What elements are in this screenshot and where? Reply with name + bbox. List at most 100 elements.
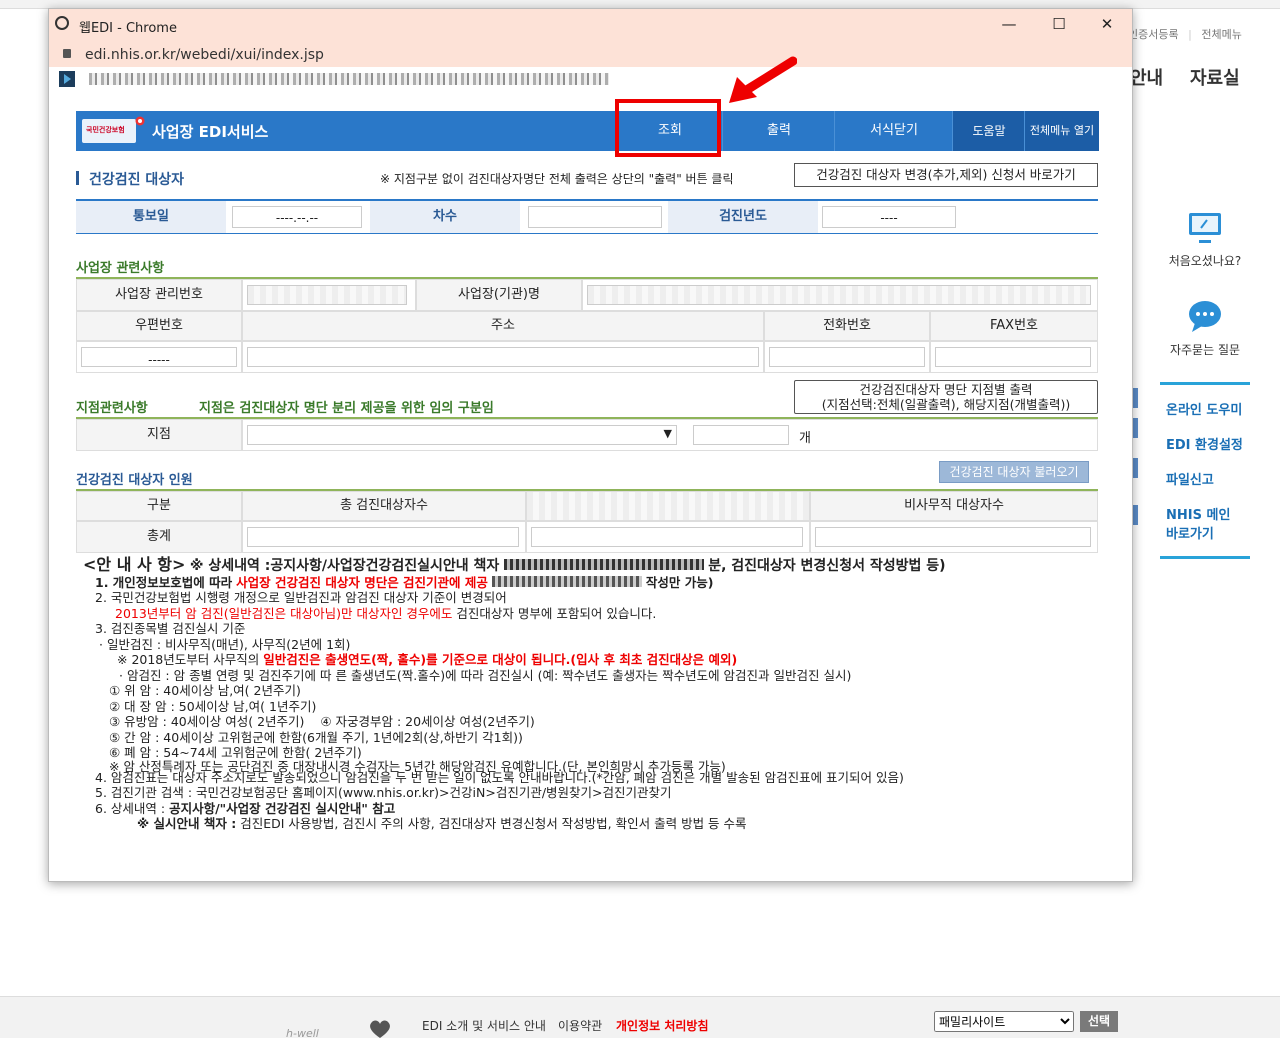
- minimize-button[interactable]: —: [995, 13, 1023, 35]
- red-arrow-icon: [729, 56, 797, 103]
- change-request-button[interactable]: 건강검진 대상자 변경(추가,제외) 신청서 바로가기: [794, 163, 1098, 187]
- all-menu-link[interactable]: 전체메뉴: [1201, 28, 1241, 41]
- branch-table: 지점 ▼ 개: [76, 417, 1098, 453]
- nhis-logo: 국민건강보험: [82, 119, 136, 143]
- note-4: 4. 암검진표는 대상자 주소지로도 발송되었으니 암검진을 두 번 받는 일이…: [95, 769, 904, 785]
- popup-window: 웹EDI - Chrome — ☐ ✕ edi.nhis.or.kr/webed…: [48, 8, 1133, 882]
- phone-label: 전화번호: [764, 311, 930, 341]
- round-field[interactable]: [528, 206, 662, 228]
- footer-terms-link[interactable]: 이용약관: [558, 1017, 602, 1034]
- load-targets-button[interactable]: 건강검진 대상자 불러오기: [939, 461, 1089, 483]
- url-text[interactable]: edi.nhis.or.kr/webedi/xui/index.jsp: [85, 47, 324, 63]
- branch-cell: ▼ 개: [242, 419, 1098, 451]
- service-title: 사업장 EDI서비스: [152, 123, 269, 141]
- branch-label: 지점: [76, 419, 242, 451]
- nhis-main-link[interactable]: NHIS 메인 바로가기: [1160, 496, 1242, 550]
- maximize-button[interactable]: ☐: [1045, 13, 1073, 35]
- note-6-detail: ※ 실시안내 책자 : 검진EDI 사용방법, 검진시 주의 사항, 검진대상자…: [137, 816, 1093, 832]
- zip-cell: -----: [76, 341, 242, 373]
- fax-field[interactable]: [935, 347, 1091, 367]
- fax-label: FAX번호: [930, 311, 1098, 341]
- notes-title: <안 내 사 항>: [83, 555, 186, 574]
- edi-header-bar: 국민건강보험 사업장 EDI서비스 조회 출력 서식닫기 도움말 전체메뉴 열기: [76, 111, 1099, 151]
- cancer-4: ④ 자궁경부암 : 20세이상 여성(2년주기): [320, 714, 535, 729]
- monitor-icon: [1189, 213, 1221, 243]
- background-top-links: 인증서등록 | 전체메뉴: [1128, 28, 1242, 41]
- branch-print-line2: (지점선택:전체(일괄출력), 해당지점(개별출력)): [821, 397, 1071, 412]
- phone-field[interactable]: [769, 347, 925, 367]
- address-cell: [242, 341, 764, 373]
- fax-cell: [930, 341, 1098, 373]
- address-label: 주소: [242, 311, 764, 341]
- notice-date-field[interactable]: ----.--.--: [232, 206, 362, 228]
- file-report-link[interactable]: 파일신고: [1160, 461, 1250, 496]
- note-6: 6. 상세내역 : 공지사항/"사업장 건강검진 실시안내" 참고: [95, 801, 1093, 817]
- footer-about-link[interactable]: EDI 소개 및 서비스 안내: [422, 1017, 546, 1034]
- year-field[interactable]: ----: [822, 206, 956, 228]
- mgmt-no-cell: [242, 279, 416, 311]
- edi-settings-link[interactable]: EDI 환경설정: [1160, 426, 1250, 461]
- nav-help-button[interactable]: 도움말: [952, 111, 1025, 151]
- menu-library[interactable]: 자료실: [1190, 64, 1240, 90]
- branch-select[interactable]: ▼: [247, 425, 677, 445]
- section-title-workplace: 사업장 관련사항: [76, 261, 165, 276]
- note-3-remark-b: 일반검진은 출생연도(짝, 홀수)를 기준으로 대상이 됩니다.(입사 후 최초…: [263, 652, 738, 667]
- first-visit-label: 처음오셨나요?: [1168, 254, 1242, 268]
- total-count-field[interactable]: [247, 527, 519, 547]
- online-helper-link[interactable]: 온라인 도우미: [1160, 391, 1250, 426]
- print-hint: ※ 지점구분 없이 검진대상자명단 전체 출력은 상단의 "출력" 버튼 클릭: [380, 172, 734, 186]
- lock-icon: [63, 49, 71, 58]
- first-visit-item[interactable]: 처음오셨나요?: [1160, 210, 1250, 269]
- cancer-1: ① 위 암 : 40세이상 남,여( 2년주기): [109, 683, 301, 698]
- cert-register-link[interactable]: 인증서등록: [1128, 28, 1179, 41]
- workplace-table: 사업장 관리번호 사업장(기관)명 우편번호 주소 전화번호 FAX번호 ---…: [76, 277, 1098, 373]
- cancer-3: ③ 유방암 : 40세이상 여성( 2년주기): [109, 714, 305, 729]
- address-field[interactable]: [247, 347, 759, 367]
- nav-all-menu-button[interactable]: 전체메뉴 열기: [1024, 111, 1099, 151]
- mgmt-no-field[interactable]: [247, 285, 407, 305]
- nav-close-form-button[interactable]: 서식닫기: [834, 111, 953, 151]
- note-1: 1. 개인정보보호법에 따라 사업장 건강검진 대상자 명단은 검진기관에 제공…: [95, 575, 1093, 591]
- phone-cell: [764, 341, 930, 373]
- branch-print-button[interactable]: 건강검진대상자 명단 지점별 출력 (지점선택:전체(일괄출력), 해당지점(개…: [794, 380, 1098, 414]
- total-row-label: 총계: [76, 521, 242, 553]
- branch-count-unit: 개: [799, 431, 811, 446]
- nav-print-button[interactable]: 출력: [722, 111, 835, 151]
- cancer-note: ※ 암 산정특례자 또는 공단검진 중 대장내시경 수검자는 5년간 해당암검진…: [109, 758, 726, 774]
- notice-info-row: 통보일 ----.--.-- 차수 검진년도 ----: [76, 199, 1098, 234]
- nonoffice-count-field[interactable]: [815, 527, 1091, 547]
- note-1-b: 사업장 건강검진 대상자 명단은 검진기관에 제공: [236, 574, 488, 590]
- blurred-notice: [89, 73, 609, 85]
- office-count-field[interactable]: [531, 527, 803, 547]
- heart-icon: [370, 1020, 390, 1038]
- workplace-name-field[interactable]: [587, 285, 1091, 305]
- highlight-box: [615, 99, 721, 157]
- cancer-5: ⑤ 간 암 : 40세이상 고위험군에 한함(6개월 주기, 1년에2회(상,하…: [109, 729, 523, 745]
- note-3-general: · 일반검진 : 비사무직(매년), 사무직(2년에 1회): [99, 636, 351, 652]
- nonoffice-count-cell: [810, 521, 1098, 553]
- office-count-cell: [526, 521, 810, 553]
- note-5: 5. 검진기관 검색 : 국민건강보험공단 홈페이지(www.nhis.or.k…: [95, 785, 672, 800]
- note-3-remark: ※ 2018년도부터 사무직의 일반검진은 출생연도(짝, 홀수)를 기준으로 …: [117, 652, 1093, 668]
- faq-item[interactable]: 자주묻는 질문: [1160, 299, 1250, 358]
- note-3-remark-a: ※ 2018년도부터 사무직의: [117, 652, 260, 667]
- branch-count-field[interactable]: [693, 425, 789, 445]
- note-6-b: 공지사항/"사업장 건강검진 실시안내" 참고: [169, 800, 396, 816]
- family-site-select[interactable]: 패밀리사이트: [934, 1011, 1074, 1032]
- note-3-cancer: · 암검진 : 암 종별 연령 및 검진주기에 따 른 출생년도(짝.홀수)에 …: [119, 667, 852, 683]
- family-site-select-button[interactable]: 선택: [1080, 1011, 1118, 1032]
- menu-guide[interactable]: 안내: [1130, 64, 1163, 90]
- footer: h-well EDI 소개 및 서비스 안내 이용약관 개인정보 처리방침 패밀…: [0, 996, 1280, 1040]
- footer-privacy-link[interactable]: 개인정보 처리방침: [616, 1017, 709, 1034]
- note-2-red: 2013년부터 암 검진(일반검진은 대상아님)만 대상자인 경우에도: [115, 605, 453, 621]
- note-2-detail: 2013년부터 암 검진(일반검진은 대상아님)만 대상자인 경우에도 검진대상…: [115, 606, 1093, 622]
- zip-field[interactable]: -----: [81, 347, 237, 367]
- address-bar[interactable]: edi.nhis.or.kr/webedi/xui/index.jsp: [49, 39, 1132, 68]
- notice-strip: [49, 67, 1132, 91]
- close-button[interactable]: ✕: [1093, 13, 1121, 35]
- total-count-cell: [242, 521, 526, 553]
- mgmt-no-label: 사업장 관리번호: [76, 279, 242, 311]
- section-title-targets: 건강검진 대상자: [89, 172, 185, 188]
- right-link-list: 온라인 도우미 EDI 환경설정 파일신고 NHIS 메인 바로가기: [1160, 382, 1250, 559]
- cancer-3-4: ③ 유방암 : 40세이상 여성( 2년주기) ④ 자궁경부암 : 20세이상 …: [109, 714, 1093, 730]
